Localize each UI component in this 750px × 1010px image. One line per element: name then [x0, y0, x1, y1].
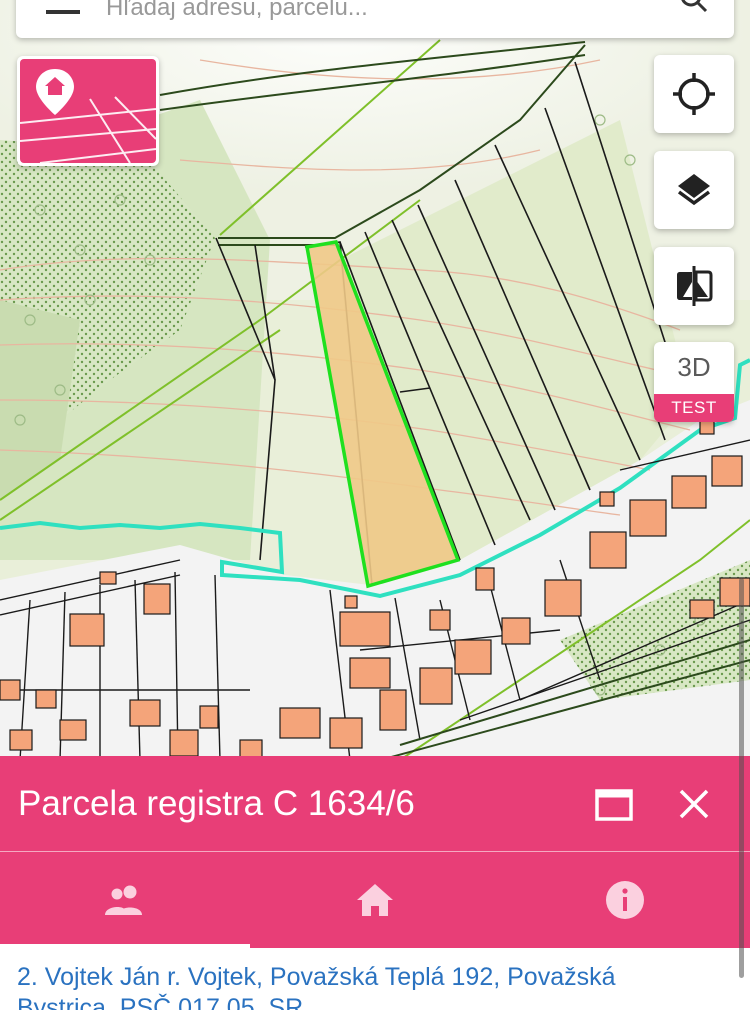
- 3d-view-button[interactable]: 3D TEST: [654, 342, 734, 422]
- layers-icon: [677, 174, 711, 206]
- menu-icon[interactable]: [46, 0, 80, 14]
- home-icon: [357, 884, 393, 916]
- info-icon: [606, 881, 644, 919]
- compare-button[interactable]: [654, 247, 734, 325]
- tab-owners[interactable]: [0, 852, 250, 948]
- maximize-button[interactable]: [592, 786, 636, 824]
- tab-property[interactable]: [250, 852, 500, 948]
- scrollbar[interactable]: [739, 578, 744, 978]
- search-icon[interactable]: [680, 0, 708, 18]
- 3d-label: 3D: [677, 352, 711, 382]
- test-badge: TEST: [654, 394, 734, 422]
- parcel-title: Parcela registra C 1634/6: [18, 784, 415, 823]
- search-bar[interactable]: Hľadaj adresu, parcelu...: [16, 0, 734, 38]
- parcel-tabs: [0, 852, 750, 948]
- home-logo-button[interactable]: [17, 56, 159, 166]
- cadastre-logo-icon: [20, 69, 156, 163]
- owners-icon: [105, 885, 142, 915]
- layers-button[interactable]: [654, 151, 734, 229]
- owner-entry[interactable]: 2. Vojtek Ján r. Vojtek, Považská Teplá …: [17, 962, 717, 1010]
- split-compare-icon: [677, 266, 713, 306]
- close-icon: [679, 789, 709, 819]
- crosshair-icon: [673, 73, 715, 115]
- close-button[interactable]: [674, 784, 714, 824]
- tab-info[interactable]: [500, 852, 750, 948]
- parcel-panel-header: Parcela registra C 1634/6: [0, 756, 750, 852]
- locate-button[interactable]: [654, 55, 734, 133]
- maximize-icon: [595, 789, 633, 821]
- search-input[interactable]: Hľadaj adresu, parcelu...: [106, 0, 368, 22]
